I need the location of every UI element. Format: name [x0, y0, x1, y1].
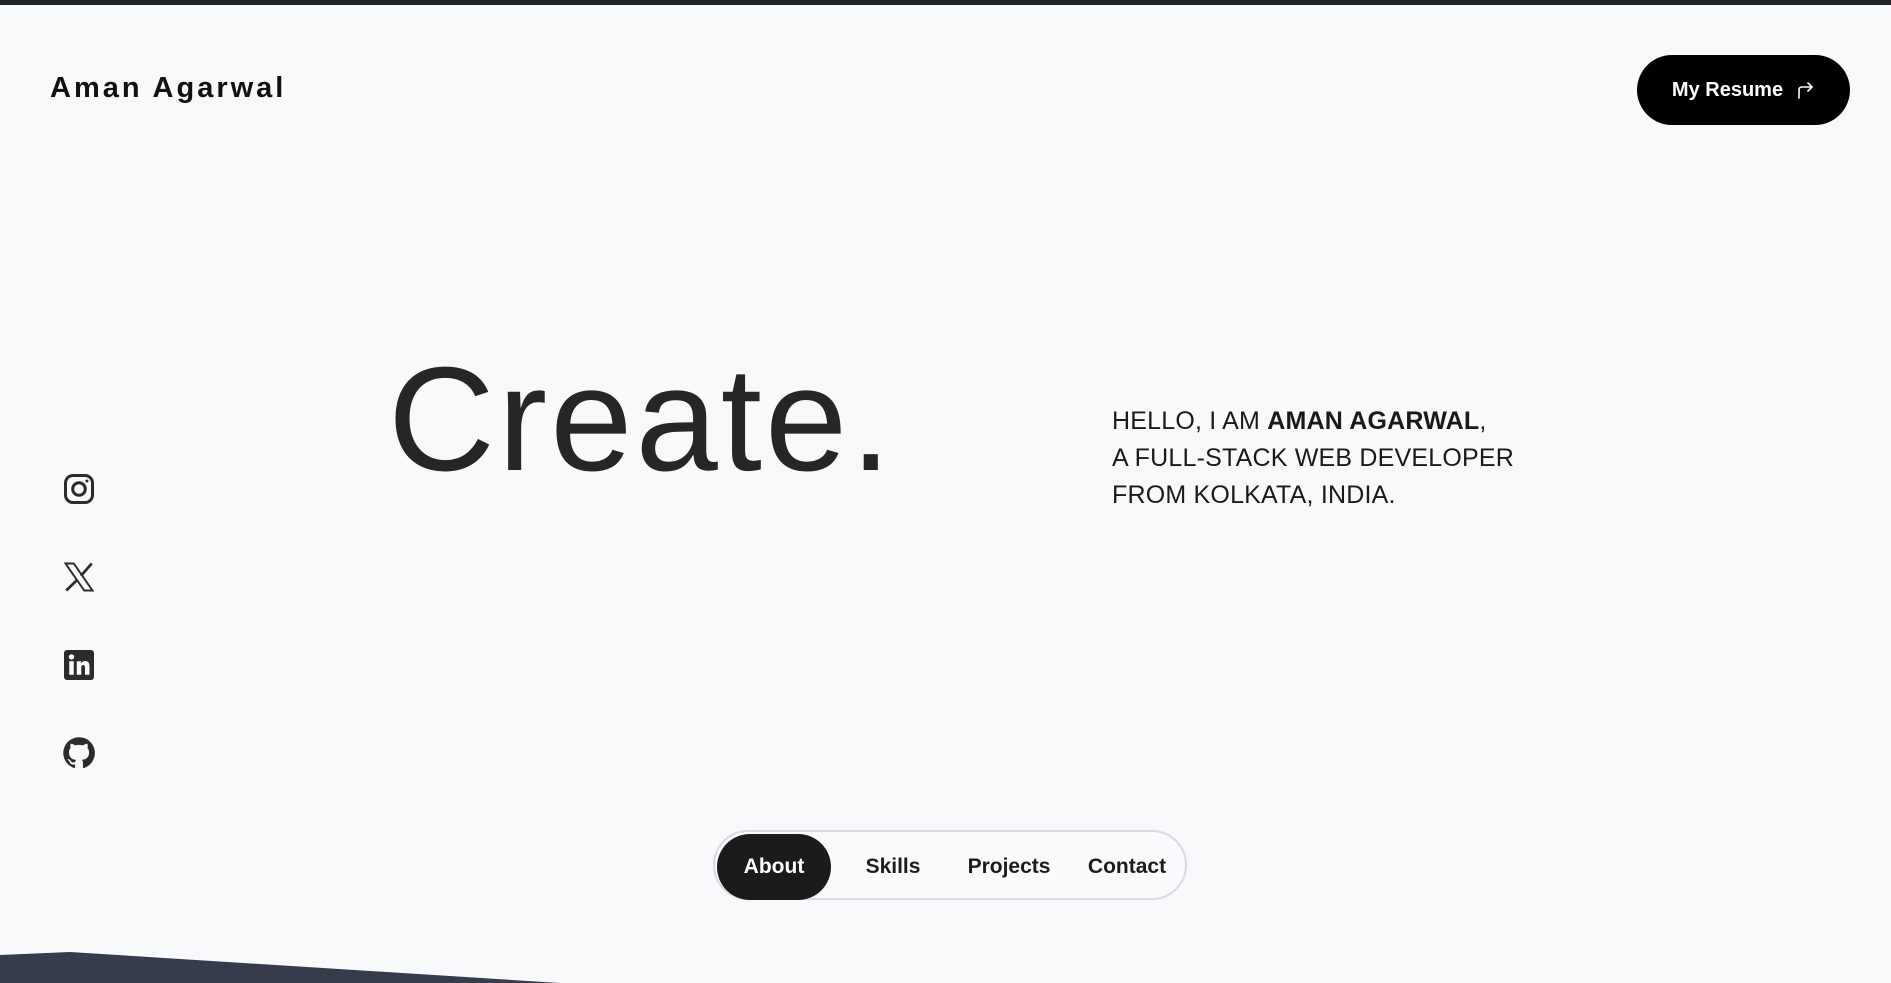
- github-link[interactable]: [56, 730, 102, 776]
- intro-suffix: ,: [1479, 407, 1487, 435]
- nav-projects[interactable]: Projects: [955, 834, 1063, 900]
- instagram-icon: [64, 474, 94, 504]
- x-twitter-icon: [63, 562, 95, 592]
- x-twitter-link[interactable]: [56, 554, 102, 600]
- intro-name: AMAN AGARWAL: [1267, 407, 1480, 435]
- resume-label: My Resume: [1671, 78, 1784, 101]
- portfolio-page: Aman Agarwal My Resume Create. HELLO, I …: [0, 0, 1891, 983]
- intro-line-2: A FULL-STACK WEB DEVELOPER: [1112, 444, 1515, 472]
- intro-line-3: FROM KOLKATA, INDIA.: [1112, 481, 1396, 509]
- section-nav: About Skills Projects Contact: [713, 830, 1187, 900]
- hero-headline: Create.: [388, 337, 895, 502]
- external-arrow-icon: [1798, 82, 1813, 99]
- top-border: [0, 0, 1891, 5]
- resume-button[interactable]: My Resume: [1637, 55, 1850, 125]
- intro-line-1: HELLO, I AM AMAN AGARWAL,: [1112, 403, 1572, 440]
- intro-prefix: HELLO, I AM: [1112, 407, 1268, 435]
- linkedin-icon: [64, 650, 94, 680]
- nav-about[interactable]: About: [717, 834, 831, 900]
- decorative-bottom-shape: [0, 952, 560, 983]
- instagram-link[interactable]: [56, 466, 102, 512]
- nav-contact[interactable]: Contact: [1075, 834, 1179, 900]
- linkedin-link[interactable]: [56, 642, 102, 688]
- intro-text: HELLO, I AM AMAN AGARWAL, A FULL-STACK W…: [1112, 403, 1572, 514]
- github-icon: [63, 737, 95, 768]
- brand-name[interactable]: Aman Agarwal: [50, 72, 286, 105]
- nav-skills[interactable]: Skills: [843, 834, 943, 900]
